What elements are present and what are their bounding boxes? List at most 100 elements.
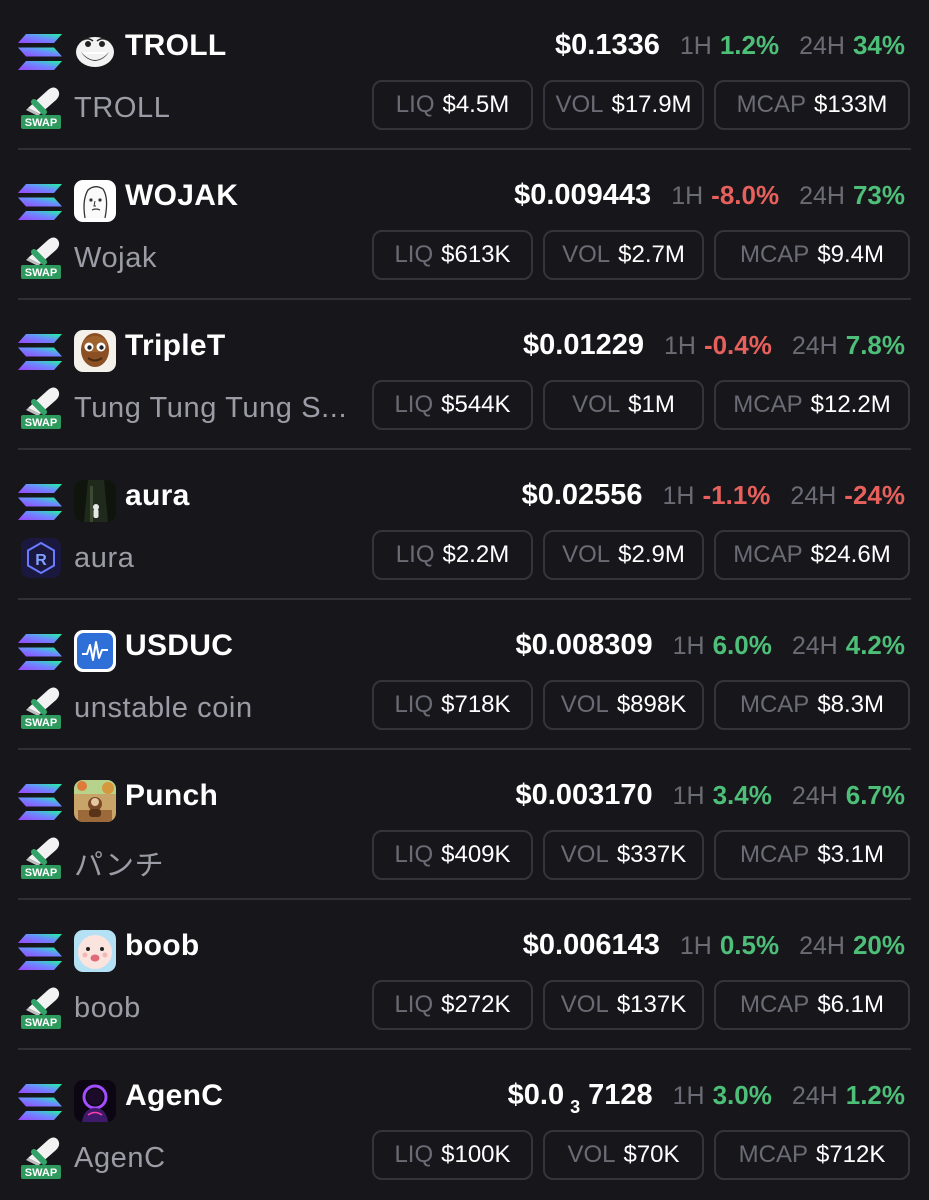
vol-label: VOL bbox=[562, 241, 611, 268]
change-24h-value: -24% bbox=[844, 480, 905, 510]
mcap-value: $8.3M bbox=[817, 691, 885, 718]
change-24h-label: 24H bbox=[791, 1082, 838, 1110]
vol-value: $1M bbox=[628, 391, 675, 418]
token-name: TROLL bbox=[74, 92, 171, 124]
price-main: $0.1336 bbox=[555, 29, 660, 61]
change-24h-value: 6.7% bbox=[845, 780, 905, 810]
swap-dex-icon: SWAP bbox=[20, 236, 62, 280]
liquidity-chip: LIQ $718K bbox=[372, 680, 533, 730]
volume-chip: VOL $2.7M bbox=[543, 230, 704, 280]
change-1h-label: 1H bbox=[672, 1082, 705, 1110]
liq-label: LIQ bbox=[394, 1141, 434, 1168]
change-1h-value: 0.5% bbox=[719, 930, 780, 960]
change-24h-label: 24H bbox=[791, 332, 838, 360]
vol-label: VOL bbox=[560, 991, 609, 1018]
token-row-wojak[interactable]: WOJAK SWAP Wojak $0.009443 1H -8.0% 24H … bbox=[0, 150, 929, 300]
mcap-value: $133M bbox=[813, 91, 888, 118]
svg-text:SWAP: SWAP bbox=[25, 267, 57, 279]
price-main: $0.003170 bbox=[515, 779, 653, 811]
svg-text:SWAP: SWAP bbox=[25, 417, 57, 429]
price-line: $0.003170 1H 3.4% 24H 6.7% bbox=[516, 779, 905, 812]
change-1h-value: -1.1% bbox=[702, 480, 771, 510]
token-price: $0.02556 bbox=[522, 479, 643, 512]
vol-value: $2.7M bbox=[618, 241, 685, 268]
token-row-troll[interactable]: TROLL SWAP TROLL $0.1336 1H 1.2% 24H 34%… bbox=[0, 0, 929, 150]
token-row-punch[interactable]: Punch SWAP パンチ $0.003170 1H 3.4% 24H 6.7… bbox=[0, 750, 929, 900]
vol-value: $337K bbox=[616, 841, 687, 868]
token-list: TROLL SWAP TROLL $0.1336 1H 1.2% 24H 34%… bbox=[0, 0, 929, 1200]
volume-chip: VOL $17.9M bbox=[543, 80, 704, 130]
token-row-boob[interactable]: boob SWAP boob $0.006143 1H 0.5% 24H 20%… bbox=[0, 900, 929, 1050]
stats-row: LIQ $2.2M VOL $2.9M MCAP $24.6M bbox=[372, 530, 910, 580]
token-price: $0.009443 bbox=[514, 179, 651, 212]
tripleT-logo-icon bbox=[74, 330, 116, 372]
token-symbol: AgenC bbox=[125, 1079, 224, 1112]
price-line: $0.1336 1H 1.2% 24H 34% bbox=[555, 29, 905, 62]
liquidity-chip: LIQ $2.2M bbox=[372, 530, 533, 580]
vol-label: VOL bbox=[555, 91, 604, 118]
vol-value: $17.9M bbox=[611, 91, 692, 118]
change-24h-value: 34% bbox=[852, 30, 905, 60]
volume-chip: VOL $1M bbox=[543, 380, 704, 430]
change-24h-label: 24H bbox=[790, 482, 837, 510]
liq-label: LIQ bbox=[394, 991, 434, 1018]
token-symbol: WOJAK bbox=[125, 179, 239, 212]
token-price: $0.006143 bbox=[523, 929, 660, 962]
token-row-aura[interactable]: aura R aura $0.02556 1H -1.1% 24H -24% L… bbox=[0, 450, 929, 600]
vol-value: $137K bbox=[616, 991, 687, 1018]
swap-dex-icon: SWAP bbox=[20, 1136, 62, 1180]
price-main: $0.006143 bbox=[522, 929, 660, 961]
mcap-label: MCAP bbox=[736, 91, 806, 118]
token-row-triplet[interactable]: TripleT SWAP Tung Tung Tung S... $0.0122… bbox=[0, 300, 929, 450]
token-price: $0.003170 bbox=[516, 779, 653, 812]
svg-text:R: R bbox=[35, 552, 47, 569]
svg-text:SWAP: SWAP bbox=[25, 717, 57, 729]
troll-face-logo-icon bbox=[74, 30, 116, 72]
token-price: $0.008309 bbox=[516, 629, 653, 662]
mcap-value: $9.4M bbox=[817, 241, 885, 268]
market-cap-chip: MCAP $24.6M bbox=[714, 530, 910, 580]
usduc-logo-icon bbox=[74, 630, 116, 672]
price-line: $0.0 3 7128 1H 3.0% 24H 1.2% bbox=[507, 1079, 905, 1117]
mcap-label: MCAP bbox=[733, 541, 803, 568]
token-name: Wojak bbox=[74, 242, 158, 274]
vol-value: $70K bbox=[623, 1141, 680, 1168]
liq-label: LIQ bbox=[394, 241, 434, 268]
change-1h-label: 1H bbox=[671, 182, 704, 210]
change-1h-label: 1H bbox=[679, 932, 712, 960]
price-line: $0.02556 1H -1.1% 24H -24% bbox=[522, 479, 905, 512]
market-cap-chip: MCAP $712K bbox=[714, 1130, 910, 1180]
liq-value: $272K bbox=[441, 991, 511, 1018]
token-row-usduc[interactable]: USDUC SWAP unstable coin $0.008309 1H 6.… bbox=[0, 600, 929, 750]
token-name: パンチ bbox=[74, 850, 165, 882]
price-main: $0.0 bbox=[507, 1079, 565, 1111]
volume-chip: VOL $898K bbox=[543, 680, 704, 730]
change-24h-value: 4.2% bbox=[845, 630, 905, 660]
change-24h-label: 24H bbox=[799, 32, 845, 60]
volume-chip: VOL $2.9M bbox=[543, 530, 704, 580]
liq-value: $409K bbox=[441, 841, 511, 868]
mcap-value: $712K bbox=[815, 1141, 886, 1168]
liquidity-chip: LIQ $544K bbox=[372, 380, 533, 430]
price-main: $0.009443 bbox=[514, 179, 652, 211]
agenc-logo-icon bbox=[74, 1080, 116, 1122]
aura-logo-icon bbox=[74, 480, 116, 522]
change-1h-label: 1H bbox=[672, 782, 705, 810]
stats-row: LIQ $613K VOL $2.7M MCAP $9.4M bbox=[372, 230, 910, 280]
solana-icon bbox=[18, 334, 62, 370]
vol-label: VOL bbox=[567, 1141, 616, 1168]
token-name: Tung Tung Tung S... bbox=[74, 392, 348, 424]
raydium-dex-icon: R bbox=[20, 536, 62, 580]
liquidity-chip: LIQ $409K bbox=[372, 830, 533, 880]
change-24h-label: 24H bbox=[791, 632, 838, 660]
liquidity-chip: LIQ $4.5M bbox=[372, 80, 533, 130]
market-cap-chip: MCAP $6.1M bbox=[714, 980, 910, 1030]
token-symbol: Punch bbox=[125, 779, 219, 812]
vol-label: VOL bbox=[572, 391, 621, 418]
stats-row: LIQ $100K VOL $70K MCAP $712K bbox=[372, 1130, 910, 1180]
market-cap-chip: MCAP $8.3M bbox=[714, 680, 910, 730]
vol-label: VOL bbox=[560, 841, 609, 868]
token-price: $0.1336 bbox=[555, 29, 660, 62]
token-row-agenc[interactable]: AgenC SWAP AgenC $0.0 3 7128 1H 3.0% 24H 1… bbox=[0, 1050, 929, 1200]
solana-icon bbox=[18, 634, 62, 670]
